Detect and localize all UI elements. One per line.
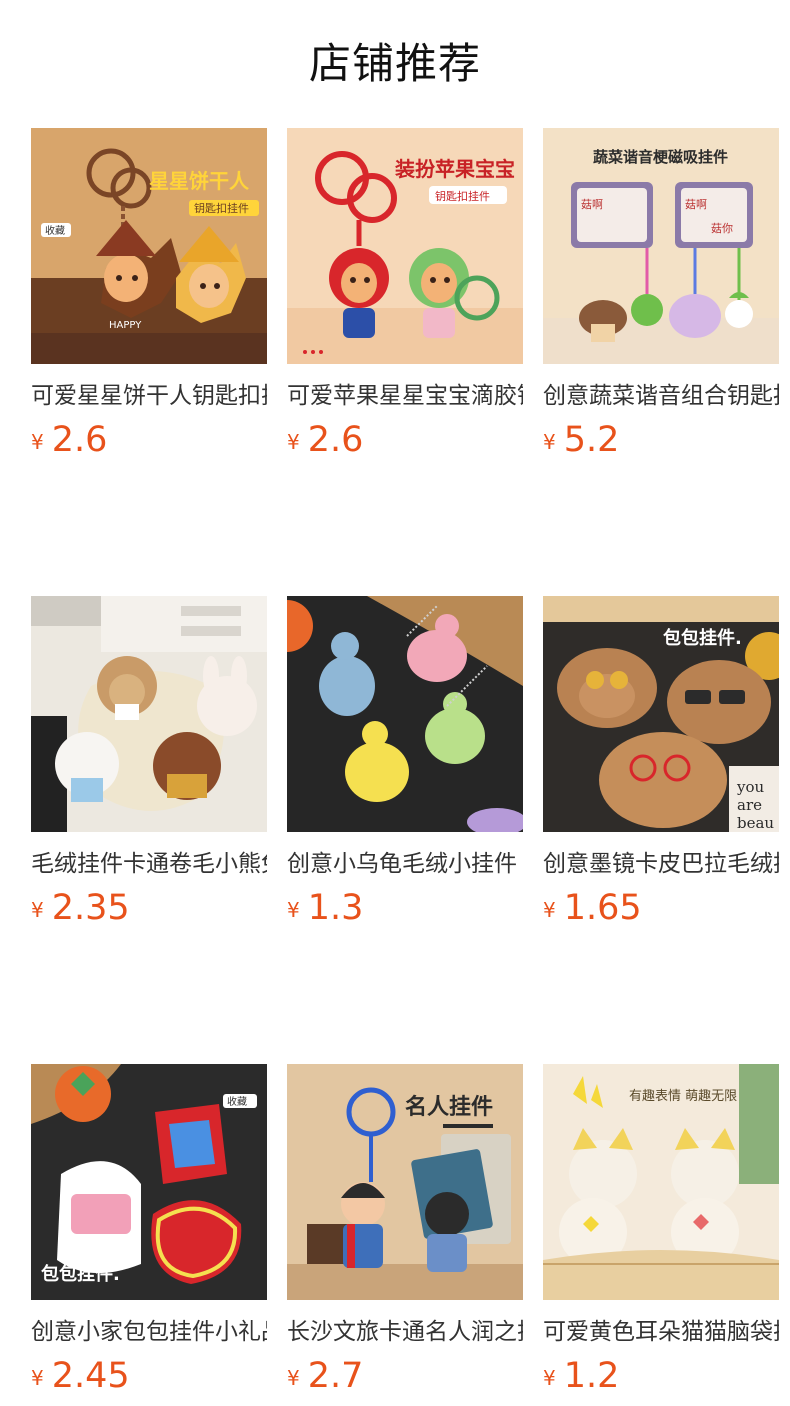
- product-price: ¥2.45: [31, 1352, 267, 1400]
- product-name[interactable]: 可爱黄色耳朵猫猫脑袋挂件: [543, 1316, 779, 1348]
- product-name[interactable]: 创意墨镜卡皮巴拉毛绒挂件: [543, 848, 779, 880]
- product-card[interactable]: 收藏 包包挂件. 创意小家包包挂件小礼品 ¥2.45: [31, 1064, 267, 1400]
- price-amount: 1.65: [563, 888, 642, 928]
- currency-symbol: ¥: [543, 898, 556, 922]
- currency-symbol: ¥: [287, 430, 300, 454]
- product-name[interactable]: 长沙文旅卡通名人润之挂件: [287, 1316, 523, 1348]
- svg-text:星星饼干人: 星星饼干人: [149, 169, 250, 193]
- product-price: ¥1.3: [287, 884, 523, 932]
- product-card[interactable]: 星星饼干人 钥匙扣挂件 收藏 HAPPY 可爱星星饼干人钥匙扣挂件: [31, 128, 267, 464]
- currency-symbol: ¥: [287, 898, 300, 922]
- product-price: ¥5.2: [543, 416, 779, 464]
- product-image[interactable]: [31, 596, 267, 832]
- svg-text:beau: beau: [737, 814, 774, 832]
- product-price: ¥2.6: [31, 416, 267, 464]
- product-card[interactable]: 包包挂件. you are beau 创意墨镜卡皮巴拉毛绒挂件 ¥1.65: [543, 596, 779, 932]
- svg-text:钥匙扣挂件: 钥匙扣挂件: [435, 189, 490, 203]
- price-amount: 2.45: [51, 1356, 130, 1396]
- price-amount: 2.7: [307, 1356, 364, 1396]
- product-price: ¥1.65: [543, 884, 779, 932]
- page-title: 店铺推荐: [308, 39, 481, 88]
- product-image[interactable]: 星星饼干人 钥匙扣挂件 收藏 HAPPY: [31, 128, 267, 364]
- product-name[interactable]: 可爱苹果星星宝宝滴胶钥匙扣: [287, 380, 523, 412]
- svg-text:HAPPY: HAPPY: [109, 320, 142, 331]
- svg-text:名人挂件: 名人挂件: [405, 1094, 493, 1120]
- product-name[interactable]: 创意小乌龟毛绒小挂件: [287, 848, 523, 880]
- product-image[interactable]: 收藏 包包挂件.: [31, 1064, 267, 1300]
- svg-text:菇啊: 菇啊: [581, 197, 603, 211]
- svg-text:you: you: [736, 778, 765, 796]
- price-amount: 1.2: [563, 1356, 620, 1396]
- product-image[interactable]: 蔬菜谐音梗磁吸挂件 菇啊 菇啊 菇你: [543, 128, 779, 364]
- product-image[interactable]: [287, 596, 523, 832]
- svg-text:装扮苹果宝宝: 装扮苹果宝宝: [394, 157, 515, 181]
- price-amount: 1.3: [307, 888, 364, 928]
- product-image[interactable]: 有趣表情 萌趣无限: [543, 1064, 779, 1300]
- product-card[interactable]: 创意小乌龟毛绒小挂件 ¥1.3: [287, 596, 523, 932]
- product-name[interactable]: 可爱星星饼干人钥匙扣挂件: [31, 380, 267, 412]
- currency-symbol: ¥: [31, 898, 44, 922]
- currency-symbol: ¥: [31, 430, 44, 454]
- product-name[interactable]: 毛绒挂件卡通卷毛小熊兔子: [31, 848, 267, 880]
- product-image[interactable]: 装扮苹果宝宝 钥匙扣挂件: [287, 128, 523, 364]
- price-amount: 2.6: [307, 420, 364, 460]
- svg-text:菇啊: 菇啊: [685, 197, 707, 211]
- svg-text:菇你: 菇你: [711, 221, 733, 235]
- currency-symbol: ¥: [287, 1366, 300, 1390]
- product-name[interactable]: 创意蔬菜谐音组合钥匙扣: [543, 380, 779, 412]
- svg-text:收藏: 收藏: [227, 1095, 247, 1108]
- svg-text:包包挂件.: 包包挂件.: [663, 627, 742, 649]
- price-amount: 5.2: [563, 420, 620, 460]
- product-card[interactable]: 毛绒挂件卡通卷毛小熊兔子 ¥2.35: [31, 596, 267, 932]
- product-grid: 星星饼干人 钥匙扣挂件 收藏 HAPPY 可爱星星饼干人钥匙扣挂件: [31, 128, 790, 1400]
- product-card[interactable]: 装扮苹果宝宝 钥匙扣挂件 可爱苹果星星宝宝滴胶钥匙扣 ¥2.: [287, 128, 523, 464]
- product-price: ¥2.6: [287, 416, 523, 464]
- product-image[interactable]: 包包挂件. you are beau: [543, 596, 779, 832]
- product-card[interactable]: 名人挂件 长沙文旅卡通名人润之挂件 ¥2.7: [287, 1064, 523, 1400]
- product-name[interactable]: 创意小家包包挂件小礼品: [31, 1316, 267, 1348]
- currency-symbol: ¥: [543, 430, 556, 454]
- currency-symbol: ¥: [31, 1366, 44, 1390]
- product-price: ¥1.2: [543, 1352, 779, 1400]
- product-price: ¥2.7: [287, 1352, 523, 1400]
- product-card[interactable]: 蔬菜谐音梗磁吸挂件 菇啊 菇啊 菇你 创意蔬菜谐音组合钥匙扣 ¥ 5.2: [543, 128, 779, 464]
- svg-text:有趣表情 萌趣无限: 有趣表情 萌趣无限: [629, 1089, 737, 1104]
- svg-text:are: are: [737, 796, 762, 814]
- svg-text:蔬菜谐音梗磁吸挂件: 蔬菜谐音梗磁吸挂件: [593, 148, 728, 166]
- svg-text:收藏: 收藏: [45, 224, 65, 237]
- product-image[interactable]: 名人挂件: [287, 1064, 523, 1300]
- product-price: ¥2.35: [31, 884, 267, 932]
- currency-symbol: ¥: [543, 1366, 556, 1390]
- price-amount: 2.6: [51, 420, 108, 460]
- price-amount: 2.35: [51, 888, 130, 928]
- product-card[interactable]: 有趣表情 萌趣无限 可爱黄色耳朵猫猫脑袋挂件 ¥1.2: [543, 1064, 779, 1400]
- svg-text:包包挂件.: 包包挂件.: [41, 1263, 120, 1285]
- svg-text:钥匙扣挂件: 钥匙扣挂件: [194, 201, 249, 215]
